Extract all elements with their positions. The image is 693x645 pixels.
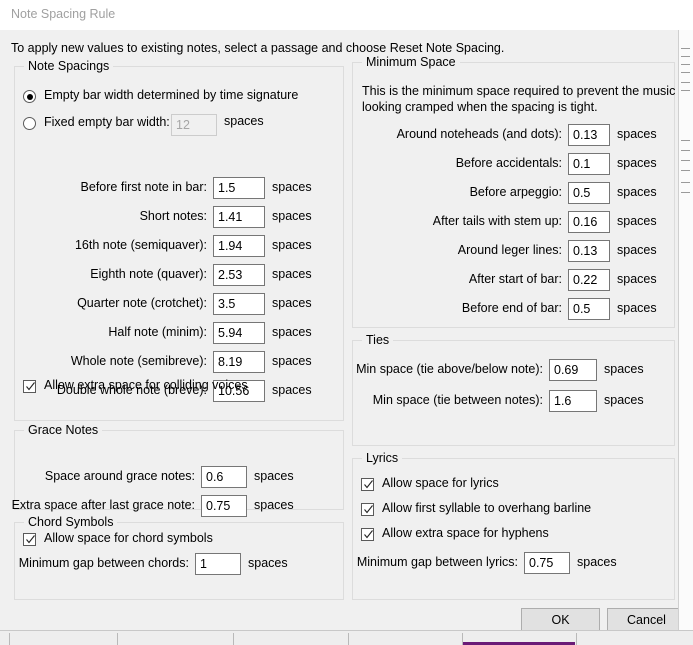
unit-spaces: spaces — [604, 362, 644, 376]
unit-spaces: spaces — [272, 267, 312, 281]
unit-spaces: spaces — [224, 114, 264, 128]
checkbox-label: Allow extra space for hyphens — [382, 526, 549, 540]
extra-space-after-last-grace-note-input[interactable] — [201, 495, 247, 517]
ok-button[interactable]: OK — [521, 608, 600, 632]
taskbar-separator — [9, 633, 10, 645]
cancel-button[interactable]: Cancel — [607, 608, 686, 632]
field-label: 16th note (semiquaver): — [74, 238, 207, 252]
unit-spaces: spaces — [617, 214, 657, 228]
unit-spaces: spaces — [604, 393, 644, 407]
minimum-gap-between-lyrics-input[interactable] — [524, 552, 570, 574]
field-label: Min space (tie above/below note): — [356, 362, 543, 376]
unit-spaces: spaces — [617, 156, 657, 170]
around-noteheads-input[interactable] — [568, 124, 610, 146]
checkbox-indicator — [23, 533, 36, 546]
around-leger-lines-input[interactable] — [568, 240, 610, 262]
field-label: Min space (tie between notes): — [372, 393, 543, 407]
quarter-note-input[interactable] — [213, 293, 265, 315]
note-spacings-legend: Note Spacings — [24, 59, 114, 73]
checkbox-label: Allow space for lyrics — [382, 476, 499, 490]
eighth-note-input[interactable] — [213, 264, 265, 286]
taskbar-separator — [117, 633, 118, 645]
unit-spaces: spaces — [617, 272, 657, 286]
before-accidentals-input[interactable] — [568, 153, 610, 175]
checkbox-label: Allow extra space for colliding voices — [44, 378, 248, 392]
unit-spaces: spaces — [272, 180, 312, 194]
unit-spaces: spaces — [617, 185, 657, 199]
dialog-title: Note Spacing Rule — [11, 7, 116, 21]
grace-notes-legend: Grace Notes — [24, 423, 103, 437]
field-label: Minimum gap between chords: — [18, 556, 189, 570]
unit-spaces: spaces — [254, 469, 294, 483]
dialog-content: To apply new values to existing notes, s… — [0, 30, 693, 600]
chord-symbols-legend: Chord Symbols — [24, 515, 118, 529]
min-space-tie-between-notes-input[interactable] — [549, 390, 597, 412]
field-label: Before first note in bar: — [80, 180, 207, 194]
after-tails-with-stem-up-input[interactable] — [568, 211, 610, 233]
minimum-gap-between-chords-input[interactable] — [195, 553, 241, 575]
unit-spaces: spaces — [617, 301, 657, 315]
whole-note-input[interactable] — [213, 351, 265, 373]
unit-spaces: spaces — [272, 354, 312, 368]
minimum-space-description-line1: This is the minimum space required to pr… — [362, 84, 676, 98]
checkbox-indicator — [361, 528, 374, 541]
field-label: Before end of bar: — [461, 301, 562, 315]
half-note-input[interactable] — [213, 322, 265, 344]
note-spacing-rule-dialog: Note Spacing Rule To apply new values to… — [0, 0, 693, 632]
field-label: Quarter note (crotchet): — [77, 296, 207, 310]
unit-spaces: spaces — [577, 555, 617, 569]
unit-spaces: spaces — [272, 296, 312, 310]
ties-legend: Ties — [362, 333, 394, 347]
taskbar[interactable] — [0, 630, 693, 645]
taskbar-separator — [233, 633, 234, 645]
unit-spaces: spaces — [617, 127, 657, 141]
fixed-empty-bar-width-input[interactable] — [171, 114, 217, 136]
field-label: Before accidentals: — [455, 156, 562, 170]
checkbox-indicator — [23, 380, 36, 393]
checkbox-label: Allow first syllable to overhang barline — [382, 501, 592, 515]
field-label: Whole note (semibreve): — [70, 354, 207, 368]
field-label: Eighth note (quaver): — [90, 267, 207, 281]
field-label: Around leger lines: — [457, 243, 562, 257]
unit-spaces: spaces — [272, 238, 312, 252]
field-label: Before arpeggio: — [469, 185, 562, 199]
unit-spaces: spaces — [254, 498, 294, 512]
radio-indicator — [23, 117, 36, 130]
short-notes-input[interactable] — [213, 206, 265, 228]
field-label: Half note (minim): — [108, 325, 207, 339]
minimum-space-legend: Minimum Space — [362, 55, 460, 69]
field-label: Short notes: — [139, 209, 207, 223]
background-window-edge — [678, 30, 693, 630]
before-first-note-in-bar-input[interactable] — [213, 177, 265, 199]
before-arpeggio-input[interactable] — [568, 182, 610, 204]
after-start-of-bar-input[interactable] — [568, 269, 610, 291]
unit-spaces: spaces — [272, 383, 312, 397]
minimum-space-description-line2: looking cramped when the spacing is tigh… — [362, 100, 598, 114]
before-end-of-bar-input[interactable] — [568, 298, 610, 320]
checkbox-indicator — [361, 503, 374, 516]
field-label: Space around grace notes: — [44, 469, 195, 483]
dialog-titlebar[interactable]: Note Spacing Rule — [0, 0, 693, 31]
field-label: After tails with stem up: — [432, 214, 562, 228]
sixteenth-note-input[interactable] — [213, 235, 265, 257]
checkbox-indicator — [361, 478, 374, 491]
min-space-tie-above-below-note-input[interactable] — [549, 359, 597, 381]
radio-label: Empty bar width determined by time signa… — [44, 88, 299, 102]
field-label: Extra space after last grace note: — [11, 498, 195, 512]
radio-indicator — [23, 90, 36, 103]
intro-text: To apply new values to existing notes, s… — [11, 41, 505, 55]
radio-label: Fixed empty bar width: — [44, 115, 170, 129]
unit-spaces: spaces — [272, 325, 312, 339]
taskbar-separator — [348, 633, 349, 645]
unit-spaces: spaces — [272, 209, 312, 223]
lyrics-legend: Lyrics — [362, 451, 403, 465]
field-label: After start of bar: — [468, 272, 562, 286]
field-label: Around noteheads (and dots): — [396, 127, 562, 141]
checkbox-label: Allow space for chord symbols — [44, 531, 213, 545]
unit-spaces: spaces — [617, 243, 657, 257]
taskbar-separator — [576, 633, 577, 645]
space-around-grace-notes-input[interactable] — [201, 466, 247, 488]
field-label: Minimum gap between lyrics: — [356, 555, 518, 569]
unit-spaces: spaces — [248, 556, 288, 570]
